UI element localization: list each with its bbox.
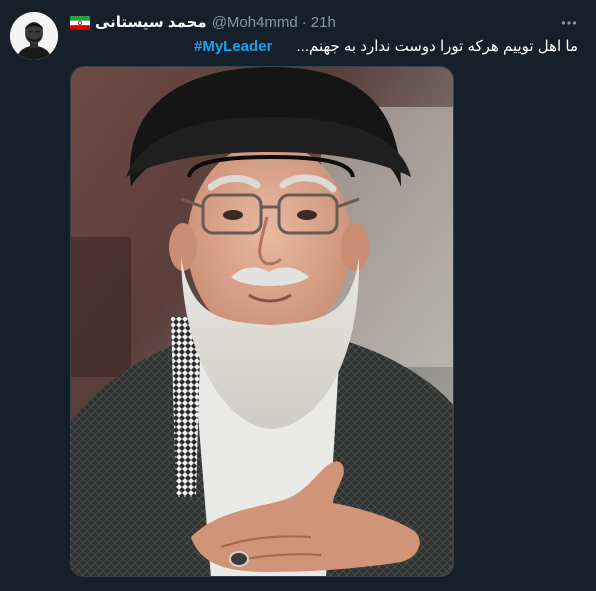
- avatar[interactable]: [10, 12, 58, 60]
- more-options-button[interactable]: [558, 12, 580, 34]
- tweet-header: محمد سیستانی @Moh4mmd · 21h: [70, 13, 336, 33]
- tweet-media-image[interactable]: [70, 66, 454, 577]
- portrait-photo: [71, 67, 453, 576]
- separator-dot: ·: [301, 14, 307, 31]
- tweet-timestamp[interactable]: 21h: [311, 13, 336, 33]
- more-options-icon: [561, 21, 577, 25]
- user-handle[interactable]: @Moh4mmd: [212, 13, 298, 33]
- iran-flag-icon: [70, 16, 90, 30]
- tweet-card[interactable]: محمد سیستانی @Moh4mmd · 21h ما اهل توییم…: [0, 0, 596, 591]
- display-name[interactable]: محمد سیستانی: [95, 13, 207, 33]
- avatar-portrait: [10, 12, 58, 60]
- tweet-text: ما اهل توییم هرکه تورا دوست ندارد به جهن…: [296, 38, 578, 55]
- hashtag-link[interactable]: #MyLeader: [194, 37, 272, 57]
